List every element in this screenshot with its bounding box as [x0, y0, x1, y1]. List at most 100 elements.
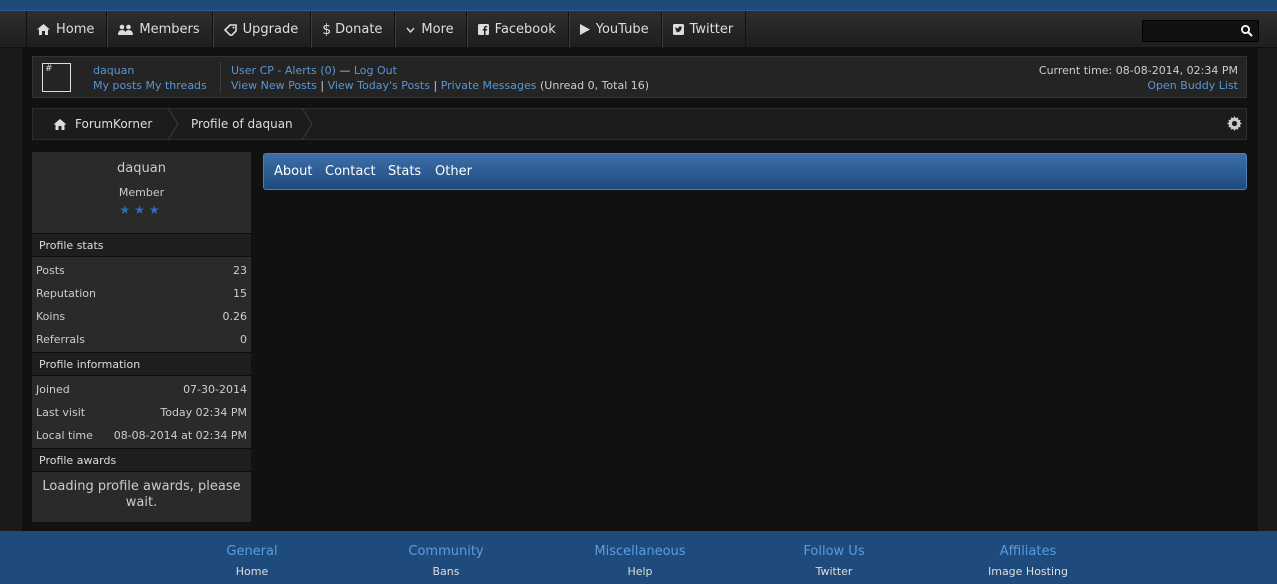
tab-other[interactable]: Other	[435, 164, 472, 179]
stat-label: Reputation	[36, 287, 96, 300]
nav-donate-label: Donate	[335, 22, 383, 37]
footer-link[interactable]: Bans	[386, 565, 506, 578]
breadcrumb-home-label: ForumKorner	[75, 117, 153, 131]
nav-youtube-label: YouTube	[595, 22, 649, 37]
buddy-list-link[interactable]: Open Buddy List	[1039, 78, 1238, 93]
avatar[interactable]: #	[42, 63, 71, 92]
stat-row-reputation: Reputation 15	[32, 282, 251, 305]
user-cp-link[interactable]: User CP	[231, 64, 274, 77]
search-icon[interactable]	[1240, 24, 1254, 38]
nav-menu: Home Members Upgrade $ Donate More Faceb…	[26, 11, 747, 48]
home-icon	[53, 118, 67, 130]
user-links: daquan My posts My threads	[93, 63, 207, 93]
info-label: Last visit	[36, 406, 86, 419]
info-row-local-time: Local time 08-08-2014 at 02:34 PM	[32, 424, 251, 447]
nav-home[interactable]: Home	[26, 11, 108, 48]
stat-label: Referrals	[36, 333, 85, 346]
footer-link[interactable]: Home	[202, 565, 302, 578]
stat-value: 0.26	[222, 310, 248, 323]
tab-about[interactable]: About	[274, 164, 312, 179]
nav-youtube[interactable]: YouTube	[568, 11, 662, 48]
tab-contact[interactable]: Contact	[325, 164, 376, 179]
nav-upgrade-label: Upgrade	[242, 22, 299, 37]
nav-donate[interactable]: $ Donate	[311, 11, 396, 48]
tab-stats[interactable]: Stats	[388, 164, 421, 179]
footer-col-community: Community Bans	[386, 544, 506, 578]
info-label: Joined	[36, 383, 70, 396]
profile-tabs: About Contact Stats Other	[263, 153, 1247, 190]
breadcrumb-home[interactable]: ForumKorner	[53, 117, 152, 131]
profile-stats-header: Profile stats	[32, 233, 251, 257]
search-input[interactable]	[1147, 23, 1233, 39]
footer-link[interactable]: Image Hosting	[968, 565, 1088, 578]
stat-row-posts: Posts 23	[32, 259, 251, 282]
nav-more-label: More	[421, 22, 454, 37]
footer-col-miscellaneous: Miscellaneous Help	[580, 544, 700, 578]
chevron-down-icon	[406, 27, 415, 33]
facebook-icon	[477, 24, 489, 35]
stat-label: Posts	[36, 264, 65, 277]
profile-awards-header: Profile awards	[32, 448, 251, 472]
nav-upgrade[interactable]: Upgrade	[212, 11, 312, 48]
pm-counts: (Unread 0, Total 16)	[540, 79, 650, 92]
footer-heading: Community	[408, 544, 484, 559]
nav-members[interactable]: Members	[107, 11, 213, 48]
profile-role: Member	[118, 186, 165, 199]
username-link[interactable]: daquan	[93, 64, 134, 77]
view-todays-posts-link[interactable]: View Today's Posts	[328, 79, 430, 92]
nav-facebook-label: Facebook	[494, 22, 556, 37]
pipe-separator: |	[320, 79, 325, 92]
profile-sidebar: daquan Member ★★★ Profile stats Posts 23 …	[32, 152, 251, 522]
info-value: 07-30-2014	[183, 383, 247, 396]
user-panel-divider	[220, 62, 221, 93]
gear-icon[interactable]	[1227, 116, 1242, 131]
footer-col-general: General Home	[202, 544, 302, 578]
profile-info-header: Profile information	[32, 352, 251, 376]
breadcrumb-separator	[167, 108, 179, 140]
footer-col-follow-us: Follow Us Twitter	[774, 544, 894, 578]
user-panel: # daquan My posts My threads User CP - A…	[32, 56, 1247, 98]
profile-username: daquan	[117, 161, 166, 176]
my-posts-link[interactable]: My posts	[93, 79, 142, 92]
footer-link[interactable]: Twitter	[774, 565, 894, 578]
stat-value: 15	[233, 287, 247, 300]
footer-heading: Affiliates	[999, 544, 1057, 559]
avatar-text: #	[45, 64, 53, 74]
nav-home-label: Home	[56, 22, 95, 37]
stat-row-referrals: Referrals 0	[32, 328, 251, 351]
footer-heading: Follow Us	[803, 544, 865, 559]
top-accent-bar	[0, 0, 1277, 11]
footer-col-affiliates: Affiliates Image Hosting	[968, 544, 1088, 578]
footer-link[interactable]: Help	[580, 565, 700, 578]
breadcrumb-current: Profile of daquan	[191, 117, 293, 131]
footer-heading: Miscellaneous	[594, 544, 686, 559]
nav-facebook[interactable]: Facebook	[466, 11, 569, 48]
view-new-posts-link[interactable]: View New Posts	[231, 79, 317, 92]
info-value: Today 02:34 PM	[160, 406, 247, 419]
nav-more[interactable]: More	[395, 11, 467, 48]
pipe-separator: |	[433, 79, 438, 92]
nav-members-label: Members	[139, 22, 200, 37]
private-messages-link[interactable]: Private Messages	[441, 79, 537, 92]
footer-heading: General	[226, 544, 278, 559]
log-out-link[interactable]: Log Out	[354, 64, 397, 77]
info-row-last-visit: Last visit Today 02:34 PM	[32, 401, 251, 424]
stat-row-koins: Koins 0.26	[32, 305, 251, 328]
footer: General Home Community Bans Miscellaneou…	[0, 531, 1277, 584]
twitter-icon	[672, 24, 684, 35]
em-dash-separator: —	[339, 64, 351, 77]
stat-label: Koins	[36, 310, 66, 323]
breadcrumb: ForumKorner Profile of daquan	[32, 108, 1247, 140]
dash-separator: -	[277, 64, 282, 77]
nav-twitter[interactable]: Twitter	[661, 11, 747, 48]
star-rating-icon: ★★★	[119, 203, 164, 217]
dollar-icon: $	[322, 21, 332, 38]
awards-loading-message: Loading profile awards, please wait.	[42, 479, 241, 510]
tag-icon	[223, 23, 237, 36]
home-icon	[37, 24, 50, 35]
current-time: Current time: 08-08-2014, 02:34 PM	[1038, 64, 1238, 77]
search-box	[1142, 20, 1259, 42]
alerts-link[interactable]: Alerts (0)	[285, 64, 336, 77]
stat-value: 0	[240, 333, 247, 346]
my-threads-link[interactable]: My threads	[145, 79, 206, 92]
